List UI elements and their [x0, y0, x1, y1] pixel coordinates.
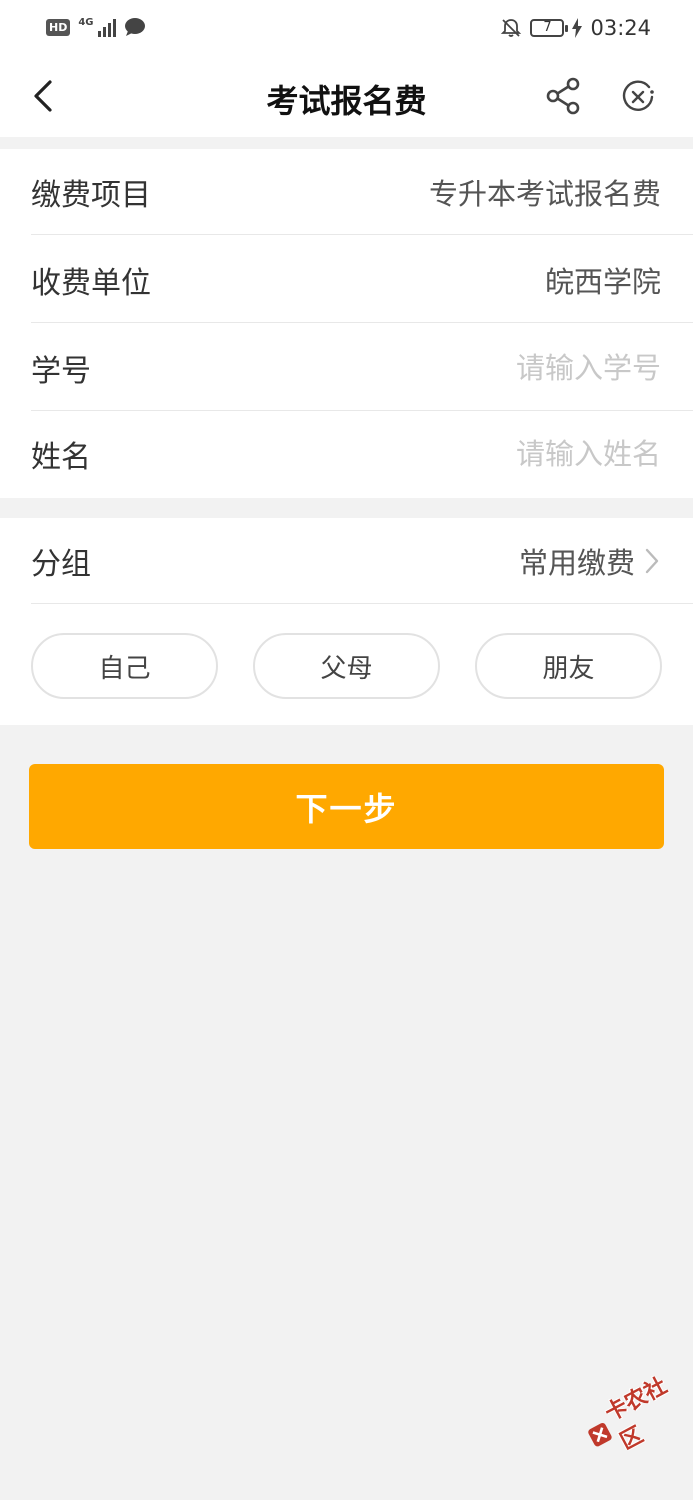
share-icon[interactable]: [544, 76, 584, 116]
row-name: 姓名: [31, 411, 693, 497]
group-selector[interactable]: 常用缴费: [519, 540, 661, 582]
clock: 03:24: [590, 16, 651, 40]
row-payee: 收费单位 皖西学院: [31, 237, 693, 323]
status-bar: HD 4G 7 03:24: [0, 0, 693, 58]
row-payment-item: 缴费项目 专升本考试报名费: [31, 149, 693, 235]
nav-bar: 考试报名费: [0, 58, 693, 137]
payee-value: 皖西学院: [544, 264, 661, 299]
payment-info-section: 缴费项目 专升本考试报名费 收费单位 皖西学院 学号 姓名: [0, 149, 693, 498]
chip-parents[interactable]: 父母: [253, 633, 440, 699]
top-bar: HD 4G 7 03:24 考试报名费: [0, 0, 693, 137]
name-input[interactable]: [361, 437, 661, 471]
hd-badge: HD: [46, 18, 71, 36]
status-left: HD 4G: [46, 17, 146, 37]
charging-icon: [572, 18, 583, 38]
row-group[interactable]: 分组 常用缴费: [31, 518, 693, 604]
page-title: 考试报名费: [266, 82, 427, 120]
watermark: 卡农社区: [575, 1363, 693, 1468]
signal-icon: [97, 17, 116, 37]
group-value: 常用缴费: [518, 545, 635, 580]
status-right: 7 03:24: [500, 16, 651, 40]
row-student-id: 学号: [31, 325, 693, 411]
next-step-button[interactable]: 下一步: [29, 764, 664, 849]
student-id-label: 学号: [31, 353, 91, 389]
bell-muted-icon: [501, 19, 522, 37]
chip-friends[interactable]: 朋友: [475, 633, 662, 699]
relation-chips: 自己 父母 朋友: [31, 633, 662, 699]
chip-self[interactable]: 自己: [31, 633, 218, 699]
group-section: 分组 常用缴费 自己 父母 朋友: [0, 518, 693, 725]
student-id-input[interactable]: [361, 350, 661, 385]
payment-item-label: 缴费项目: [31, 177, 151, 213]
group-label: 分组: [31, 546, 91, 582]
battery-icon: 7: [530, 19, 569, 37]
name-label: 姓名: [31, 440, 91, 475]
chevron-right-icon: [645, 548, 659, 573]
network-label: 4G: [78, 17, 94, 28]
payee-label: 收费单位: [31, 265, 151, 301]
chat-bubble-icon: [124, 18, 145, 36]
close-circle-icon[interactable]: [619, 78, 657, 116]
payment-item-value: 专升本考试报名费: [428, 176, 661, 211]
